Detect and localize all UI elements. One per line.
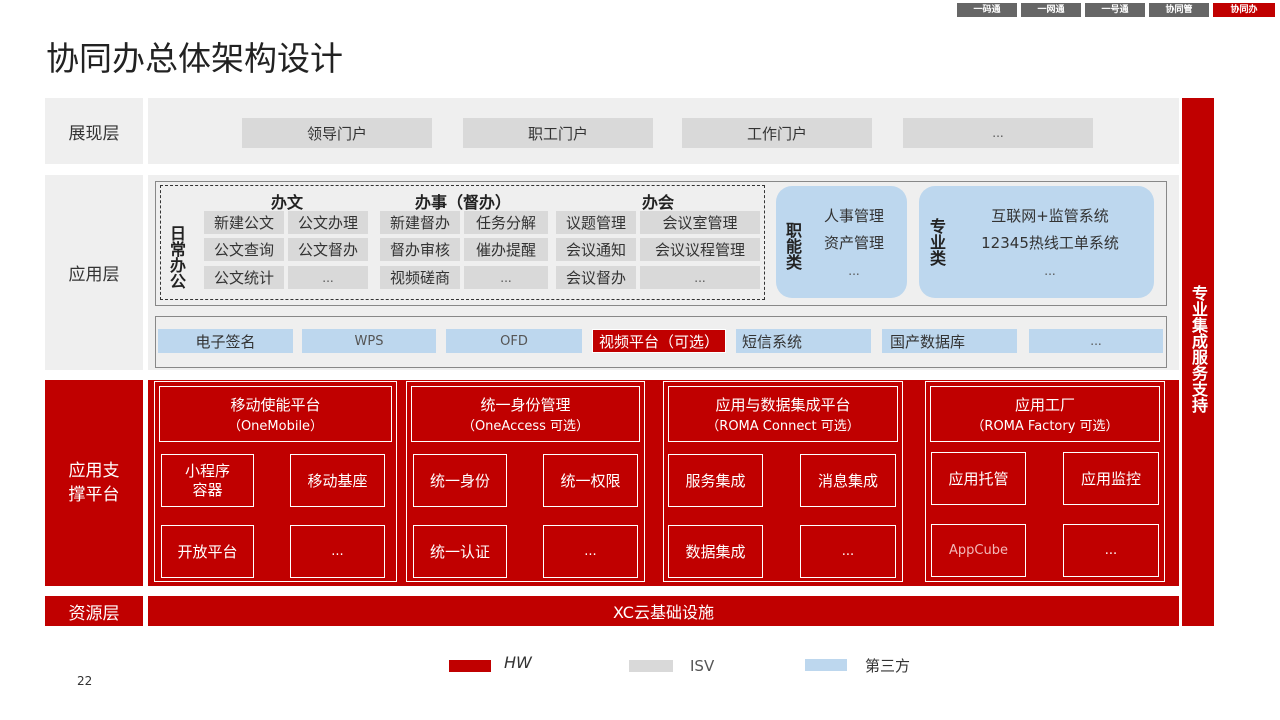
professional-label: 专业类 xyxy=(927,218,946,266)
nav-tab-yihaotong[interactable]: 一号通 xyxy=(1085,3,1145,17)
component-video-platform[interactable]: 视频平台（可选） xyxy=(592,329,726,353)
platform-item-app-hosting[interactable]: 应用托管 xyxy=(931,452,1026,505)
nav-tab-yimatong[interactable]: 一码通 xyxy=(957,3,1017,17)
legend-label-hw: HW xyxy=(504,653,532,672)
layer-label-presentation: 展现层 xyxy=(45,98,143,164)
platform-title: 应用工厂 xyxy=(1014,396,1075,414)
platform-title: 应用与数据集成平台 xyxy=(715,396,851,414)
legend-label-third-party: 第三方 xyxy=(865,657,911,675)
item-document-stats[interactable]: 公文统计 xyxy=(204,266,284,289)
platform-item-open-platform[interactable]: 开放平台 xyxy=(161,525,254,578)
item-video-consult[interactable]: 视频磋商 xyxy=(380,266,460,289)
platform-title: 统一身份管理 xyxy=(480,396,571,414)
platform-item-service-integration[interactable]: 服务集成 xyxy=(668,454,763,507)
legend-label-isv: ISV xyxy=(690,657,715,675)
daily-office-label: 日常办公 xyxy=(167,225,186,289)
item-task-breakdown[interactable]: 任务分解 xyxy=(464,211,548,234)
platform-header-mobile[interactable]: 移动使能平台 （OneMobile） xyxy=(159,386,392,442)
legend-swatch-isv xyxy=(629,660,673,672)
portal-work[interactable]: 工作门户 xyxy=(682,118,872,148)
platform-header-integration[interactable]: 应用与数据集成平台 （ROMA Connect 可选） xyxy=(668,386,898,442)
platform-subtitle: （OneAccess 可选） xyxy=(461,419,590,434)
legend-swatch-third-party xyxy=(805,659,847,671)
platform-subtitle: （ROMA Factory 可选） xyxy=(971,419,1119,434)
layer-label-support: 应用支撑平台 xyxy=(45,380,143,586)
platform-item-miniprogram-container[interactable]: 小程序 容器 xyxy=(161,454,254,507)
infrastructure-bar: XC云基础设施 xyxy=(148,596,1179,626)
item-topic-management[interactable]: 议题管理 xyxy=(556,211,636,234)
platform-item-unified-permission[interactable]: 统一权限 xyxy=(543,454,638,507)
item-meetings-more[interactable]: ... xyxy=(640,266,760,289)
platform-item-factory-more[interactable]: ... xyxy=(1063,524,1159,577)
item-agenda-management[interactable]: 会议议程管理 xyxy=(640,238,760,261)
item-affairs-more[interactable]: ... xyxy=(464,266,548,289)
platform-item-appcube[interactable]: AppCube xyxy=(931,524,1026,577)
functional-label: 职能类 xyxy=(783,222,802,270)
component-more[interactable]: ... xyxy=(1029,329,1163,353)
item-supervise-document[interactable]: 公文督办 xyxy=(288,238,368,261)
platform-subtitle: （ROMA Connect 可选） xyxy=(706,419,860,434)
platform-header-app-factory[interactable]: 应用工厂 （ROMA Factory 可选） xyxy=(930,386,1160,442)
platform-item-unified-identity[interactable]: 统一身份 xyxy=(413,454,507,507)
item-supervision-review[interactable]: 督办审核 xyxy=(380,238,460,261)
item-document-more[interactable]: ... xyxy=(288,266,368,289)
item-handle-document[interactable]: 公文办理 xyxy=(288,211,368,234)
item-query-document[interactable]: 公文查询 xyxy=(204,238,284,261)
layer-label-application: 应用层 xyxy=(45,175,143,370)
item-room-management[interactable]: 会议室管理 xyxy=(640,211,760,234)
layer-label-resource: 资源层 xyxy=(45,596,143,626)
functional-more[interactable]: ... xyxy=(808,264,900,278)
item-new-document[interactable]: 新建公文 xyxy=(204,211,284,234)
page-title: 协同办总体架构设计 xyxy=(46,39,343,78)
functional-assets[interactable]: 资产管理 xyxy=(808,232,900,253)
group-header-affairs: 办事（督办） xyxy=(414,193,511,212)
nav-tab-yiwangtong[interactable]: 一网通 xyxy=(1021,3,1081,17)
platform-item-message-integration[interactable]: 消息集成 xyxy=(800,454,896,507)
platform-item-integration-more[interactable]: ... xyxy=(800,525,896,578)
platform-subtitle: （OneMobile） xyxy=(227,419,324,434)
group-header-meetings: 办会 xyxy=(641,193,674,212)
platform-title: 移动使能平台 xyxy=(230,396,321,414)
platform-item-identity-more[interactable]: ... xyxy=(543,525,638,578)
functional-hr[interactable]: 人事管理 xyxy=(808,205,900,226)
platform-item-app-monitoring[interactable]: 应用监控 xyxy=(1063,452,1159,505)
portal-staff[interactable]: 职工门户 xyxy=(463,118,653,148)
platform-item-mobile-base[interactable]: 移动基座 xyxy=(290,454,385,507)
group-header-documents: 办文 xyxy=(270,193,303,212)
item-reminder[interactable]: 催办提醒 xyxy=(464,238,548,261)
page-number: 22 xyxy=(77,674,93,688)
legend-swatch-hw xyxy=(449,660,491,672)
portal-more[interactable]: ... xyxy=(903,118,1093,148)
professional-supervision-system[interactable]: 互联网+监管系统 xyxy=(955,205,1145,226)
item-meeting-notice[interactable]: 会议通知 xyxy=(556,238,636,261)
component-domestic-db[interactable]: 国产数据库 xyxy=(882,329,1017,353)
item-new-supervision[interactable]: 新建督办 xyxy=(380,211,460,234)
professional-hotline-system[interactable]: 12345热线工单系统 xyxy=(955,232,1145,253)
component-ofd[interactable]: OFD xyxy=(446,329,582,353)
nav-tab-xietongguan[interactable]: 协同管 xyxy=(1149,3,1209,17)
platform-item-data-integration[interactable]: 数据集成 xyxy=(668,525,763,578)
platform-item-unified-auth[interactable]: 统一认证 xyxy=(413,525,507,578)
platform-header-identity[interactable]: 统一身份管理 （OneAccess 可选） xyxy=(411,386,640,442)
item-meeting-supervision[interactable]: 会议督办 xyxy=(556,266,636,289)
nav-tab-xietongban[interactable]: 协同办 xyxy=(1213,3,1275,17)
platform-item-mobile-more[interactable]: ... xyxy=(290,525,385,578)
side-bar-label: 专业集成服务支持 xyxy=(1189,285,1208,413)
portal-leader[interactable]: 领导门户 xyxy=(242,118,432,148)
component-wps[interactable]: WPS xyxy=(302,329,436,353)
professional-more[interactable]: ... xyxy=(955,264,1145,278)
component-sms[interactable]: 短信系统 xyxy=(736,329,871,353)
component-e-signature[interactable]: 电子签名 xyxy=(158,329,293,353)
